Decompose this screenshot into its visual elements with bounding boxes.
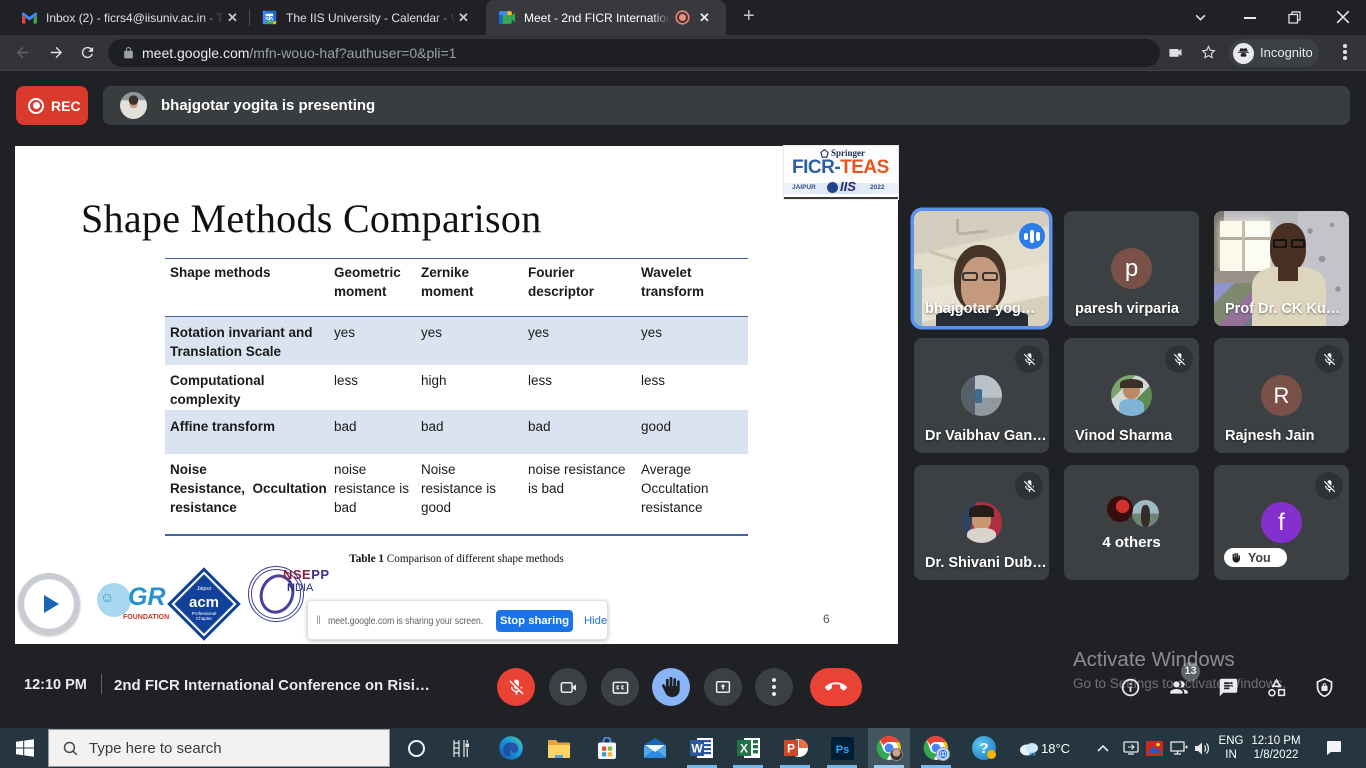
svg-text:X: X [740, 742, 748, 756]
svg-text:Ps: Ps [835, 744, 848, 756]
svg-text:22: 22 [265, 14, 273, 23]
svg-text:P: P [787, 742, 795, 756]
svg-text:W: W [691, 742, 703, 756]
